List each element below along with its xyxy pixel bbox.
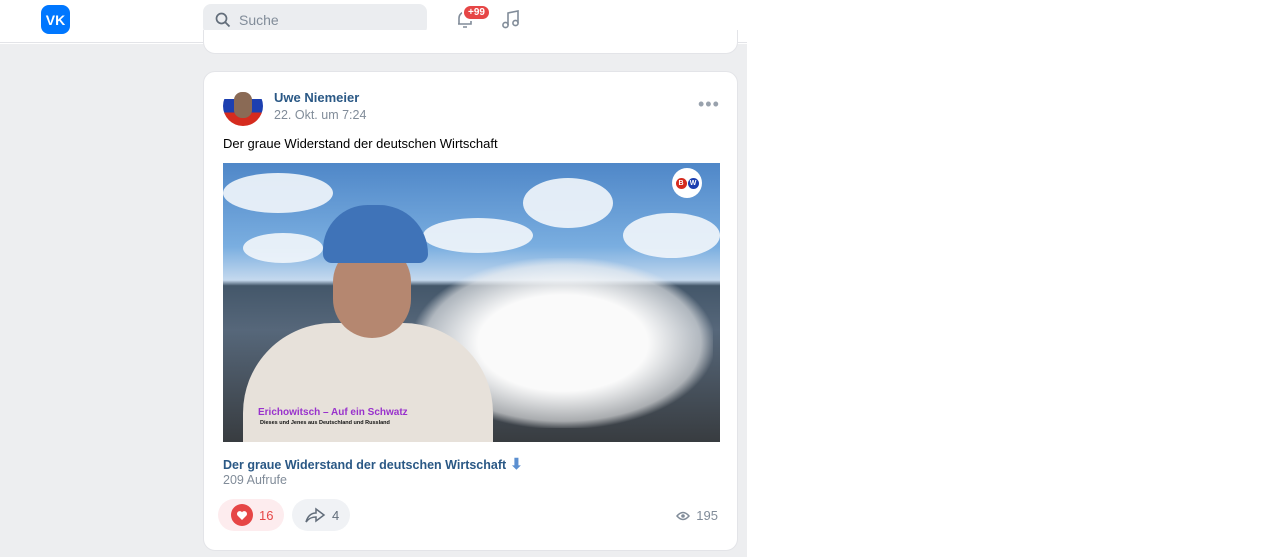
previous-post-card [203, 30, 738, 54]
post-text: Der graue Widerstand der deutschen Wirts… [223, 136, 498, 151]
author-avatar[interactable] [223, 86, 263, 126]
search-placeholder: Suche [239, 11, 279, 28]
eye-icon [676, 511, 691, 520]
like-button[interactable]: 16 [218, 499, 284, 531]
post-date[interactable]: 22. Okt. um 7:24 [274, 108, 366, 122]
views-count: 195 [696, 508, 718, 523]
like-count: 16 [259, 507, 274, 523]
music-icon[interactable] [500, 8, 522, 30]
author-name[interactable]: Uwe Niemeier [274, 90, 359, 105]
video-overlay-subtitle: Dieses und Jenes aus Deutschland und Rus… [260, 420, 390, 426]
video-title-link[interactable]: Der graue Widerstand der deutschen Wirts… [223, 455, 523, 473]
down-arrow-icon: ⬇ [510, 456, 523, 473]
video-player[interactable]: B W Erichowitsch – Auf ein Schwatz Diese… [223, 163, 720, 442]
notification-badge: +99 [462, 4, 491, 21]
more-options-icon[interactable]: ••• [698, 94, 720, 115]
post-views: 195 [676, 508, 718, 523]
video-views: 209 Aufrufe [223, 473, 287, 487]
badge-w: W [687, 177, 699, 189]
share-count: 4 [332, 507, 340, 523]
share-button[interactable]: 4 [292, 499, 350, 531]
vk-logo[interactable]: VK [41, 5, 70, 34]
share-icon [305, 507, 326, 523]
video-overlay-title: Erichowitsch – Auf ein Schwatz [258, 407, 408, 418]
video-title: Der graue Widerstand der deutschen Wirts… [223, 458, 507, 472]
badge-b: B [675, 177, 687, 189]
channel-badge: B W [672, 168, 702, 198]
heart-icon [231, 504, 253, 526]
search-icon [215, 12, 231, 27]
post-card: Uwe Niemeier 22. Okt. um 7:24 ••• Der gr… [203, 71, 738, 551]
